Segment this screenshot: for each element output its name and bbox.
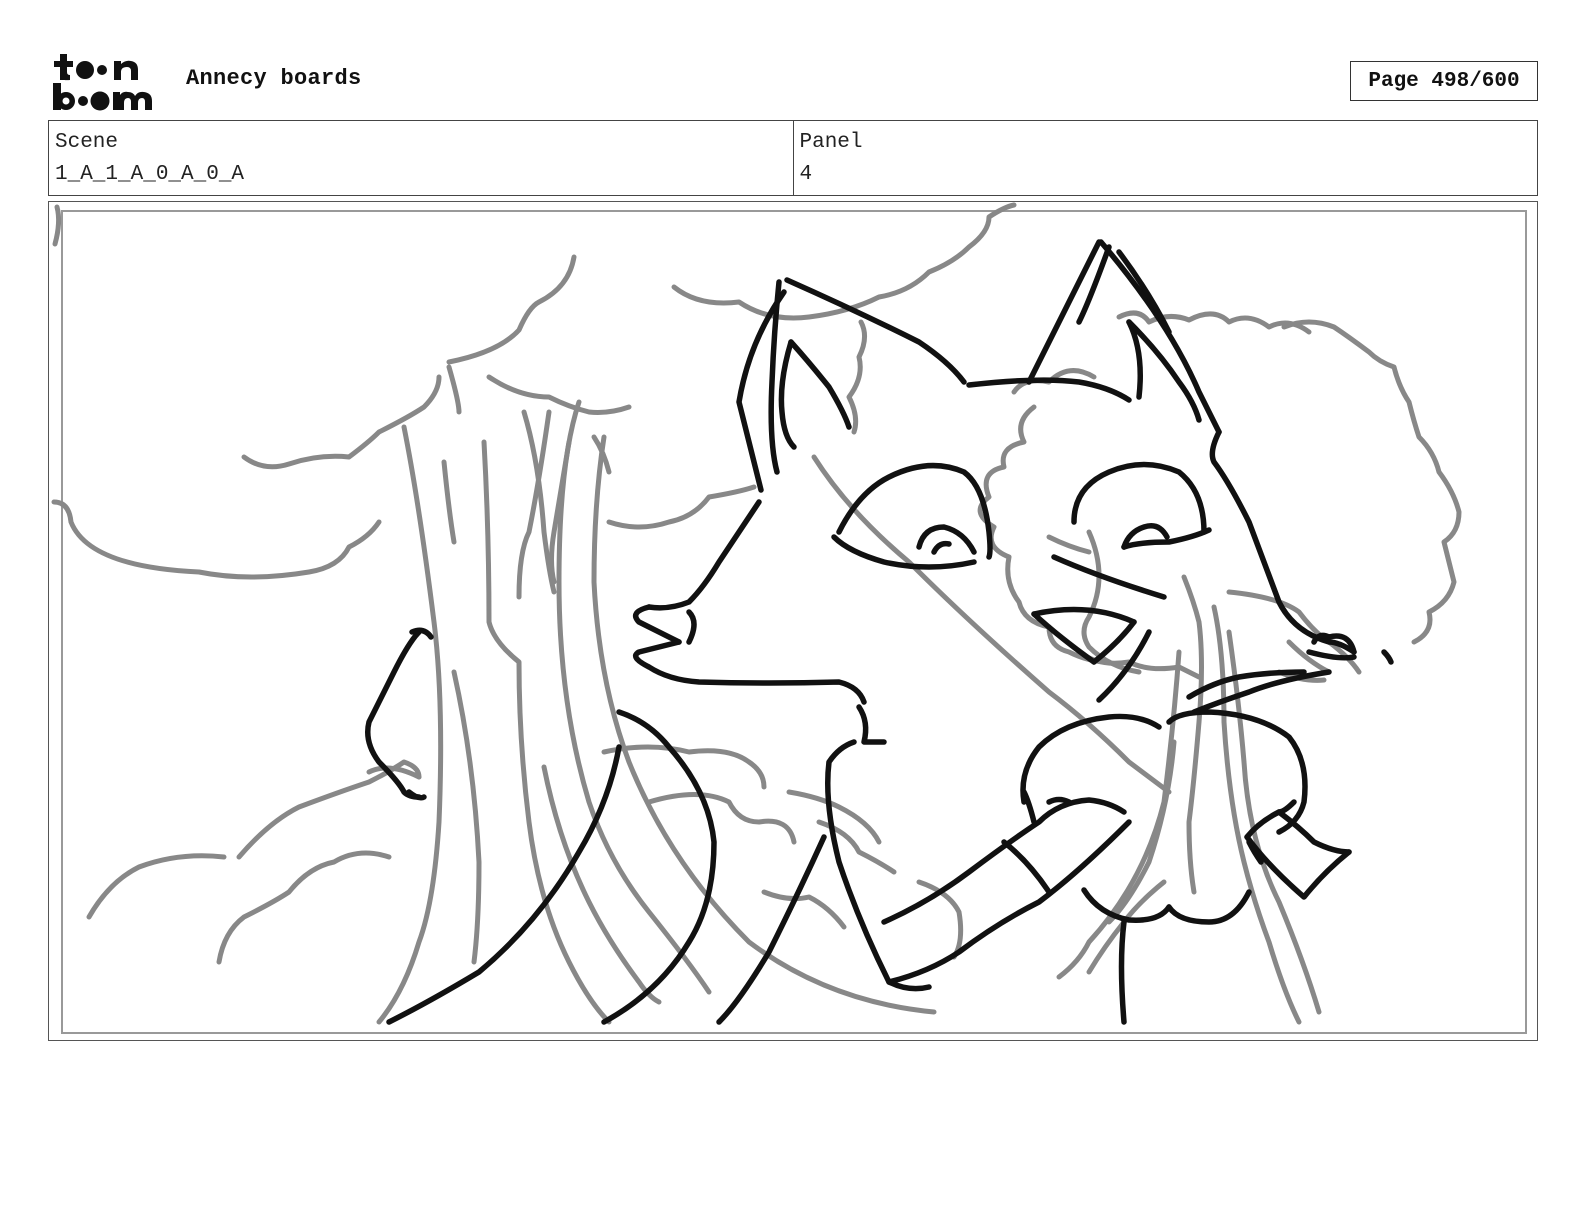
panel-label: Panel xyxy=(799,131,863,154)
scene-label: Scene xyxy=(55,131,119,154)
toonboom-logo-icon xyxy=(50,50,162,112)
scene-panel-info: Scene 1_A_1_A_0_A_0_A Panel 4 xyxy=(48,120,1538,196)
scene-cell: Scene 1_A_1_A_0_A_0_A xyxy=(49,121,793,195)
page-indicator: Page 498/600 xyxy=(1350,61,1538,101)
panel-value: 4 xyxy=(799,163,813,186)
scene-value: 1_A_1_A_0_A_0_A xyxy=(55,163,245,186)
panel-cell: Panel 4 xyxy=(792,121,1538,195)
storyboard-sketch-image xyxy=(51,202,1462,1025)
app-title: Annecy boards xyxy=(186,66,362,91)
panel-frame xyxy=(48,201,1538,1041)
